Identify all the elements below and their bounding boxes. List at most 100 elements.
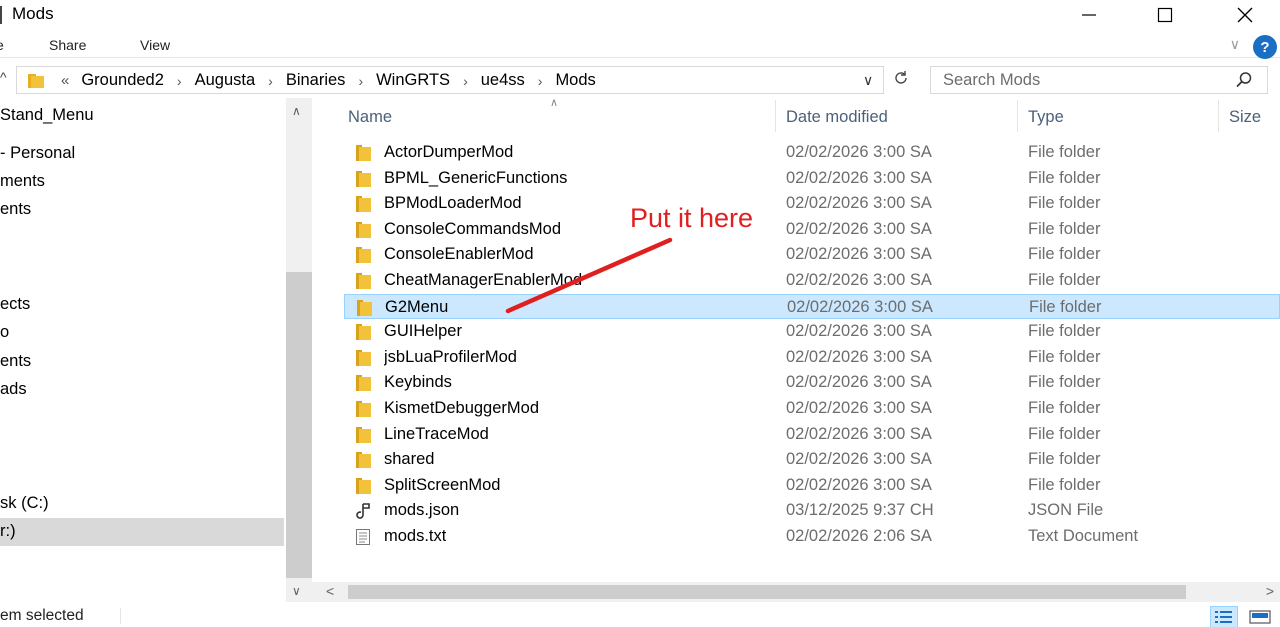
column-header-type[interactable]: Type: [1028, 98, 1064, 132]
tab-file-fragment[interactable]: e: [0, 37, 4, 53]
file-row[interactable]: SplitScreenMod 02/02/2026 3:00 SA File fol…: [344, 473, 1280, 498]
chevron-down-icon[interactable]: ∨: [863, 72, 873, 89]
file-row[interactable]: CheatManagerEnablerMod 02/02/2026 3:00 SA…: [344, 268, 1280, 293]
breadcrumb-item[interactable]: ue4ss: [481, 71, 525, 90]
nav-item[interactable]: ents: [0, 196, 284, 224]
file-row-selected[interactable]: G2Menu 02/02/2026 3:00 SA File folder: [344, 293, 1280, 319]
column-divider[interactable]: [1218, 100, 1219, 132]
file-date-modified: 02/02/2026 3:00 SA: [786, 373, 932, 392]
tab-view[interactable]: View: [140, 37, 170, 53]
sort-ascending-icon: ∧: [550, 97, 559, 109]
folder-icon: [354, 221, 372, 239]
status-divider: [120, 608, 121, 624]
address-bar[interactable]: « Grounded2 › Augusta › Binaries › WinGR…: [16, 66, 884, 94]
large-icons-view-icon: [1249, 610, 1271, 624]
file-row[interactable]: ActorDumperMod 02/02/2026 3:00 SA File fol…: [344, 140, 1280, 165]
file-name: SplitScreenMod: [384, 475, 501, 494]
breadcrumb: « Grounded2 › Augusta › Binaries › WinGR…: [27, 71, 596, 90]
file-row[interactable]: BPML_GenericFunctions 02/02/2026 3:00 SA F…: [344, 166, 1280, 191]
file-row[interactable]: BPModLoaderMod 02/02/2026 3:00 SA File fol…: [344, 191, 1280, 216]
file-name: ConsoleEnablerMod: [384, 245, 534, 264]
ribbon-expand-chevron-icon[interactable]: ∨: [1230, 36, 1240, 53]
chevron-right-icon[interactable]: ›: [268, 73, 273, 89]
file-type: File folder: [1028, 245, 1101, 264]
file-name: G2Menu: [385, 297, 449, 316]
breadcrumb-item[interactable]: WinGRTS: [376, 71, 450, 90]
nav-item[interactable]: ads: [0, 376, 284, 404]
title-bar: Mods: [0, 0, 1280, 30]
breadcrumb-item-current[interactable]: Mods: [555, 71, 595, 90]
text-file-icon: [354, 528, 372, 546]
nav-item-drive[interactable]: sk (C:): [0, 490, 284, 518]
file-date-modified: 02/02/2026 3:00 SA: [786, 424, 932, 443]
file-row[interactable]: Keybinds 02/02/2026 3:00 SA File folder: [344, 370, 1280, 395]
file-row[interactable]: ConsoleCommandsMod 02/02/2026 3:00 SA File…: [344, 217, 1280, 242]
file-date-modified: 02/02/2026 3:00 SA: [786, 271, 932, 289]
nav-item-drive-selected[interactable]: r:): [0, 518, 284, 546]
large-icons-view-button[interactable]: [1246, 606, 1274, 627]
file-type: File folder: [1028, 322, 1101, 341]
nav-scrollbar-thumb[interactable]: [286, 272, 312, 578]
search-box[interactable]: [930, 66, 1268, 94]
nav-item[interactable]: Stand_Menu: [0, 102, 284, 130]
nav-item[interactable]: ects: [0, 291, 284, 319]
chevron-right-icon[interactable]: ›: [463, 73, 468, 89]
folder-icon: [354, 246, 372, 264]
file-row[interactable]: ConsoleEnablerMod 02/02/2026 3:00 SA File …: [344, 242, 1280, 267]
file-row[interactable]: shared 02/02/2026 3:00 SA File folder: [344, 447, 1280, 472]
scroll-right-icon[interactable]: >: [1266, 583, 1274, 599]
breadcrumb-item[interactable]: Grounded2: [81, 71, 164, 90]
file-name: LineTraceMod: [384, 424, 489, 443]
file-list: ∧ Name Date modified Type Size ActorDump…: [312, 97, 1280, 582]
file-row[interactable]: mods.txt 02/02/2026 2:06 SA Text Document: [344, 524, 1280, 549]
breadcrumb-item[interactable]: Augusta: [195, 71, 256, 90]
json-file-icon: [354, 502, 372, 520]
file-date-modified: 02/02/2026 3:00 SA: [786, 450, 932, 469]
breadcrumb-overflow[interactable]: «: [61, 72, 69, 89]
minimize-button[interactable]: [1066, 0, 1112, 30]
nav-item-fragment[interactable]: o: [0, 319, 284, 347]
help-button[interactable]: ?: [1253, 35, 1277, 59]
chevron-right-icon[interactable]: ›: [538, 73, 543, 89]
file-row[interactable]: GUIHelper 02/02/2026 3:00 SA File folder: [344, 319, 1280, 344]
column-header-date[interactable]: Date modified: [786, 98, 888, 132]
nav-item[interactable]: - Personal: [0, 140, 284, 168]
up-arrow-icon[interactable]: ^: [0, 69, 7, 85]
file-row[interactable]: LineTraceMod 02/02/2026 3:00 SA File folde…: [344, 422, 1280, 447]
horizontal-scrollbar-thumb[interactable]: [348, 585, 1186, 599]
nav-item[interactable]: ments: [0, 168, 284, 196]
horizontal-scrollbar[interactable]: < >: [312, 582, 1280, 602]
file-date-modified: 02/02/2026 3:00 SA: [786, 168, 932, 187]
scroll-down-icon[interactable]: ∨: [292, 584, 301, 598]
file-row[interactable]: KismetDebuggerMod 02/02/2026 3:00 SA File …: [344, 396, 1280, 421]
chevron-right-icon[interactable]: ›: [358, 73, 363, 89]
column-divider[interactable]: [1017, 100, 1018, 132]
file-date-modified: 02/02/2026 3:00 SA: [786, 194, 932, 213]
file-row[interactable]: jsbLuaProfilerMod 02/02/2026 3:00 SA File …: [344, 345, 1280, 370]
file-date-modified: 02/02/2026 3:00 SA: [787, 297, 933, 316]
column-header-size[interactable]: Size: [1229, 98, 1261, 132]
file-date-modified: 02/02/2026 3:00 SA: [786, 399, 932, 417]
scroll-up-icon[interactable]: ∧: [292, 104, 301, 118]
close-button[interactable]: [1222, 0, 1268, 30]
nav-item[interactable]: ents: [0, 348, 284, 376]
column-header-name[interactable]: Name: [348, 98, 392, 132]
column-divider[interactable]: [775, 100, 776, 132]
file-type: File folder: [1028, 399, 1101, 417]
breadcrumb-item[interactable]: Binaries: [286, 71, 346, 90]
nav-scrollbar[interactable]: ∧ ∨: [286, 98, 312, 602]
folder-icon: [354, 170, 372, 188]
maximize-button[interactable]: [1142, 0, 1188, 30]
tab-share[interactable]: Share: [49, 37, 86, 53]
file-type: File folder: [1028, 347, 1101, 366]
file-row[interactable]: mods.json 03/12/2025 9:37 CH JSON File: [344, 498, 1280, 523]
file-date-modified: 02/02/2026 3:00 SA: [786, 219, 932, 238]
maximize-icon: [1157, 7, 1173, 23]
details-view-button[interactable]: [1210, 606, 1238, 627]
ribbon-tabs: e Share View ∨ ?: [0, 30, 1280, 59]
scroll-left-icon[interactable]: <: [326, 583, 334, 599]
refresh-button[interactable]: [889, 67, 913, 89]
search-input[interactable]: [943, 70, 1223, 90]
file-name: GUIHelper: [384, 322, 462, 341]
chevron-right-icon[interactable]: ›: [177, 73, 182, 89]
